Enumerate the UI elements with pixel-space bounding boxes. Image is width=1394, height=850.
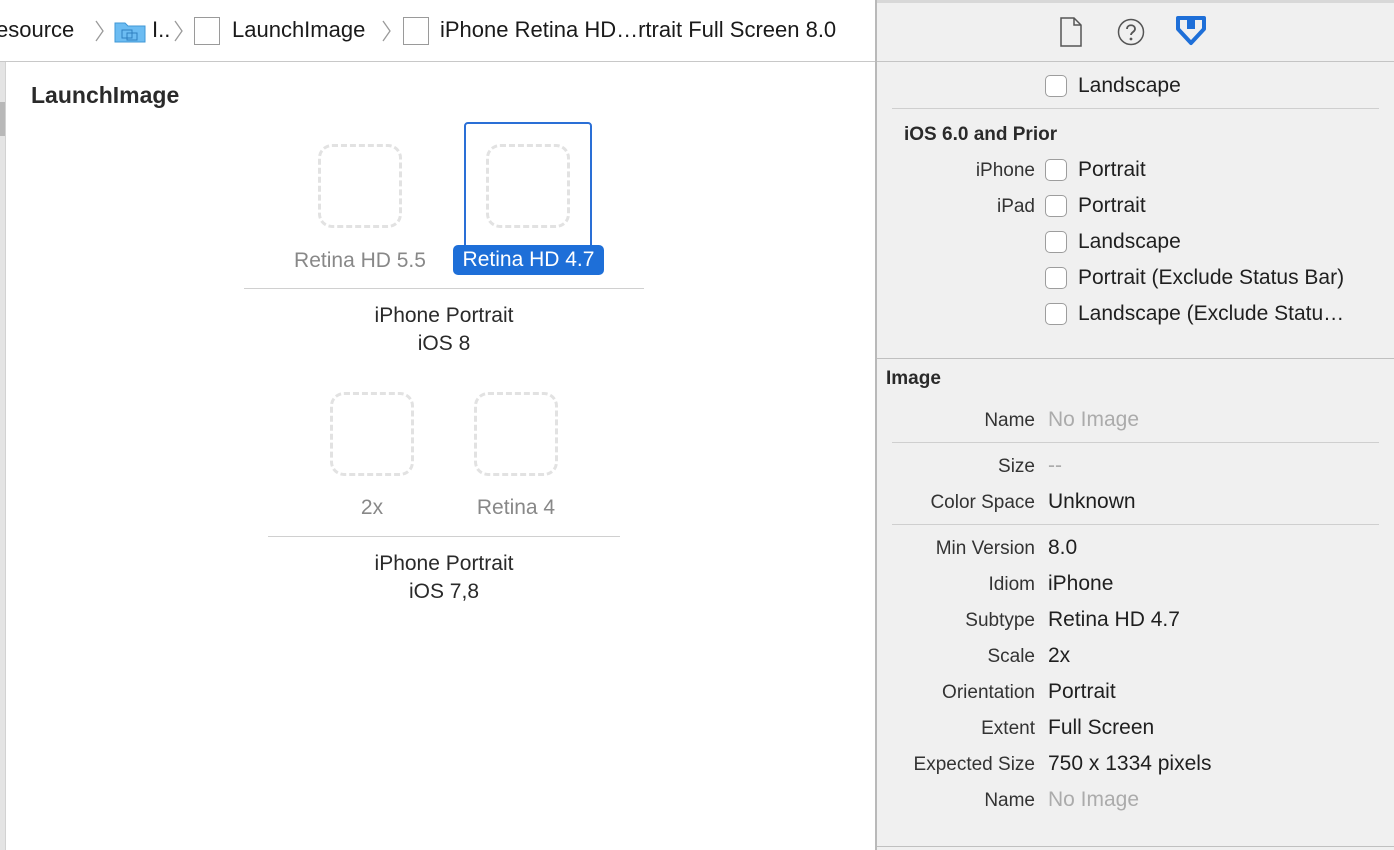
group-caption: iPhone Portrait iOS 8 [294, 302, 594, 358]
ipad-landscape-exclude-status-label: Landscape (Exclude Statu… [1078, 302, 1345, 325]
min-version-value: 8.0 [1048, 536, 1078, 559]
breadcrumb-item-launchimage[interactable]: LaunchImage [232, 17, 365, 43]
group-caption-device: iPhone Portrait [374, 304, 514, 327]
group-divider [244, 288, 644, 289]
breadcrumb-item-folder[interactable]: I.. [152, 17, 170, 43]
ios6-section-header: iOS 6.0 and Prior [904, 124, 1058, 145]
image-slot-retina-hd-4-7[interactable] [486, 144, 570, 228]
breadcrumb-separator-icon [174, 20, 183, 42]
section-separator [877, 846, 1394, 847]
group-caption: iPhone Portrait iOS 7,8 [294, 550, 594, 606]
file-name-key: Name [984, 790, 1035, 811]
selected-slot-label[interactable]: Retina HD 4.7 [453, 245, 604, 275]
file-name-value[interactable]: No Image [1048, 788, 1139, 812]
subtype-key: Subtype [965, 610, 1035, 631]
attributes-inspector: Landscape iOS 6.0 and Prior iPhone Portr… [877, 0, 1394, 850]
section-separator [877, 358, 1394, 359]
iphone-portrait-label: Portrait [1078, 158, 1146, 181]
breadcrumb: esource I.. LaunchImage iPhone Retina HD… [0, 0, 875, 62]
expected-size-value: 750 x 1334 pixels [1048, 752, 1212, 775]
image-slot-icon [403, 17, 429, 45]
file-icon[interactable] [1059, 17, 1083, 52]
ipad-portrait-exclude-status-checkbox[interactable] [1045, 267, 1067, 289]
group-divider [268, 536, 620, 537]
orientation-key: Orientation [942, 682, 1035, 703]
image-slot-2x[interactable] [330, 392, 414, 476]
image-name-key: Name [984, 410, 1035, 431]
expected-size-key: Expected Size [913, 754, 1035, 775]
ipad-landscape-checkbox[interactable] [1045, 231, 1067, 253]
attributes-icon[interactable] [1175, 15, 1207, 52]
help-icon[interactable] [1117, 18, 1145, 51]
color-space-key: Color Space [930, 492, 1035, 513]
scale-key: Scale [987, 646, 1035, 667]
ipad-landscape-label: Landscape [1078, 230, 1181, 253]
idiom-key: Idiom [988, 574, 1035, 595]
image-set-title: LaunchImage [31, 82, 180, 108]
separator [892, 108, 1379, 109]
slot-label: Retina 4 [476, 496, 556, 519]
group-caption-device: iPhone Portrait [374, 552, 514, 575]
idiom-value: iPhone [1048, 572, 1114, 595]
breadcrumb-separator-icon [95, 20, 104, 42]
min-version-key: Min Version [935, 538, 1035, 559]
separator [892, 442, 1379, 443]
inspector-tab-bar [877, 3, 1394, 62]
landscape-checkbox[interactable] [1045, 75, 1067, 97]
breadcrumb-separator-icon [382, 20, 391, 42]
orientation-value: Portrait [1048, 680, 1116, 703]
size-value: -- [1048, 454, 1062, 477]
image-set-icon [194, 17, 220, 45]
image-name-value[interactable]: No Image [1048, 408, 1139, 432]
group-caption-os: iOS 7,8 [408, 580, 480, 603]
asset-editor: LaunchImage Retina HD 5.5 Retina HD 4.7 … [0, 62, 875, 850]
extent-value: Full Screen [1048, 716, 1155, 739]
slot-label: Retina HD 5.5 [294, 249, 426, 272]
folder-icon [114, 19, 146, 43]
gutter-marker [0, 102, 5, 136]
image-slot-retina-hd-5-5[interactable] [318, 144, 402, 228]
iphone-portrait-checkbox[interactable] [1045, 159, 1067, 181]
image-slot-retina-4[interactable] [474, 392, 558, 476]
subtype-value: Retina HD 4.7 [1048, 608, 1180, 631]
ipad-portrait-label: Portrait [1078, 194, 1146, 217]
breadcrumb-item-resource[interactable]: esource [0, 17, 74, 43]
size-key: Size [998, 456, 1035, 477]
ipad-key: iPad [996, 196, 1035, 217]
ipad-landscape-exclude-status-checkbox[interactable] [1045, 303, 1067, 325]
left-gutter [0, 62, 6, 850]
iphone-key: iPhone [975, 160, 1035, 181]
ipad-portrait-checkbox[interactable] [1045, 195, 1067, 217]
group-caption-os: iOS 8 [417, 332, 471, 355]
breadcrumb-item-current[interactable]: iPhone Retina HD…rtrait Full Screen 8.0 [440, 17, 836, 43]
color-space-value: Unknown [1048, 490, 1136, 513]
extent-key: Extent [981, 718, 1035, 739]
landscape-checkbox-label: Landscape [1078, 74, 1181, 97]
separator [892, 524, 1379, 525]
ipad-portrait-exclude-status-label: Portrait (Exclude Status Bar) [1078, 266, 1345, 289]
slot-label: 2x [360, 496, 384, 519]
image-section-header: Image [886, 368, 941, 389]
scale-value: 2x [1048, 644, 1071, 667]
